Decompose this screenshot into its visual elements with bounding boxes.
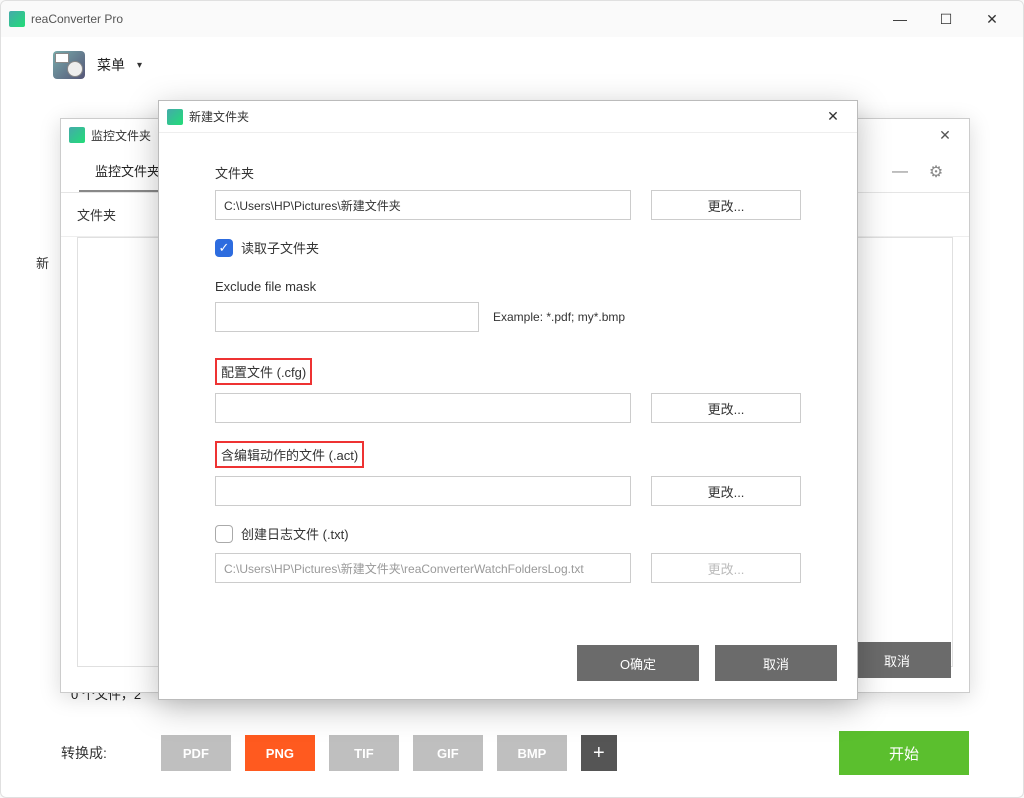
exclude-mask-input[interactable] — [215, 302, 479, 332]
menu-icon — [53, 51, 85, 79]
act-path-input[interactable] — [215, 476, 631, 506]
format-tif-button[interactable]: TIF — [329, 735, 399, 771]
format-png-button[interactable]: PNG — [245, 735, 315, 771]
close-icon[interactable]: ✕ — [817, 103, 849, 131]
minimize-panel-icon[interactable]: — — [891, 163, 909, 181]
exclude-mask-example: Example: *.pdf; my*.bmp — [493, 310, 625, 324]
minimize-button[interactable]: — — [877, 3, 923, 35]
cfg-change-button[interactable]: 更改... — [651, 393, 801, 423]
log-path-input — [215, 553, 631, 583]
new-folder-titlebar: 新建文件夹 ✕ — [159, 101, 857, 133]
close-icon[interactable]: ✕ — [929, 127, 961, 144]
folder-label: 文件夹 — [215, 163, 801, 182]
cfg-path-input[interactable] — [215, 393, 631, 423]
new-folder-title: 新建文件夹 — [189, 108, 817, 125]
format-gif-button[interactable]: GIF — [413, 735, 483, 771]
read-subfolders-checkbox[interactable]: ✓ — [215, 239, 233, 257]
column-folder: 文件夹 — [77, 205, 116, 224]
chevron-down-icon[interactable]: ▾ — [137, 60, 142, 71]
new-folder-body: 文件夹 更改... ✓ 读取子文件夹 Exclude file mask Exa… — [159, 133, 857, 617]
window-controls: — ☐ ✕ — [877, 3, 1015, 35]
format-bmp-button[interactable]: BMP — [497, 735, 567, 771]
format-pdf-button[interactable]: PDF — [161, 735, 231, 771]
app-icon — [167, 109, 183, 125]
menu-row: 菜单 ▾ — [1, 37, 1023, 89]
start-button[interactable]: 开始 — [839, 731, 969, 775]
create-log-label: 创建日志文件 (.txt) — [241, 524, 349, 543]
convert-label: 转换成: — [61, 743, 107, 763]
convert-bar: 转换成: PDF PNG TIF GIF BMP + 开始 — [61, 731, 969, 775]
read-subfolders-label: 读取子文件夹 — [241, 238, 319, 257]
menu-label[interactable]: 菜单 — [97, 55, 125, 75]
cfg-label: 配置文件 (.cfg) — [215, 358, 801, 385]
watch-cancel-button[interactable]: 取消 — [843, 642, 951, 678]
add-format-button[interactable]: + — [581, 735, 617, 771]
log-change-button: 更改... — [651, 553, 801, 583]
folder-change-button[interactable]: 更改... — [651, 190, 801, 220]
app-icon — [9, 11, 25, 27]
close-button[interactable]: ✕ — [969, 3, 1015, 35]
new-folder-dialog: 新建文件夹 ✕ 文件夹 更改... ✓ 读取子文件夹 Exclude file … — [158, 100, 858, 700]
exclude-mask-label: Exclude file mask — [215, 279, 801, 294]
act-change-button[interactable]: 更改... — [651, 476, 801, 506]
create-log-checkbox[interactable] — [215, 525, 233, 543]
app-title: reaConverter Pro — [31, 12, 877, 26]
folder-path-input[interactable] — [215, 190, 631, 220]
ok-button[interactable]: O确定 — [577, 645, 699, 681]
maximize-button[interactable]: ☐ — [923, 3, 969, 35]
left-stub-label: 新 — [36, 253, 49, 272]
act-label: 含编辑动作的文件 (.act) — [215, 441, 801, 468]
gear-icon[interactable]: ⚙ — [927, 163, 945, 181]
app-icon — [69, 127, 85, 143]
cancel-button[interactable]: 取消 — [715, 645, 837, 681]
main-titlebar: reaConverter Pro — ☐ ✕ — [1, 1, 1023, 37]
